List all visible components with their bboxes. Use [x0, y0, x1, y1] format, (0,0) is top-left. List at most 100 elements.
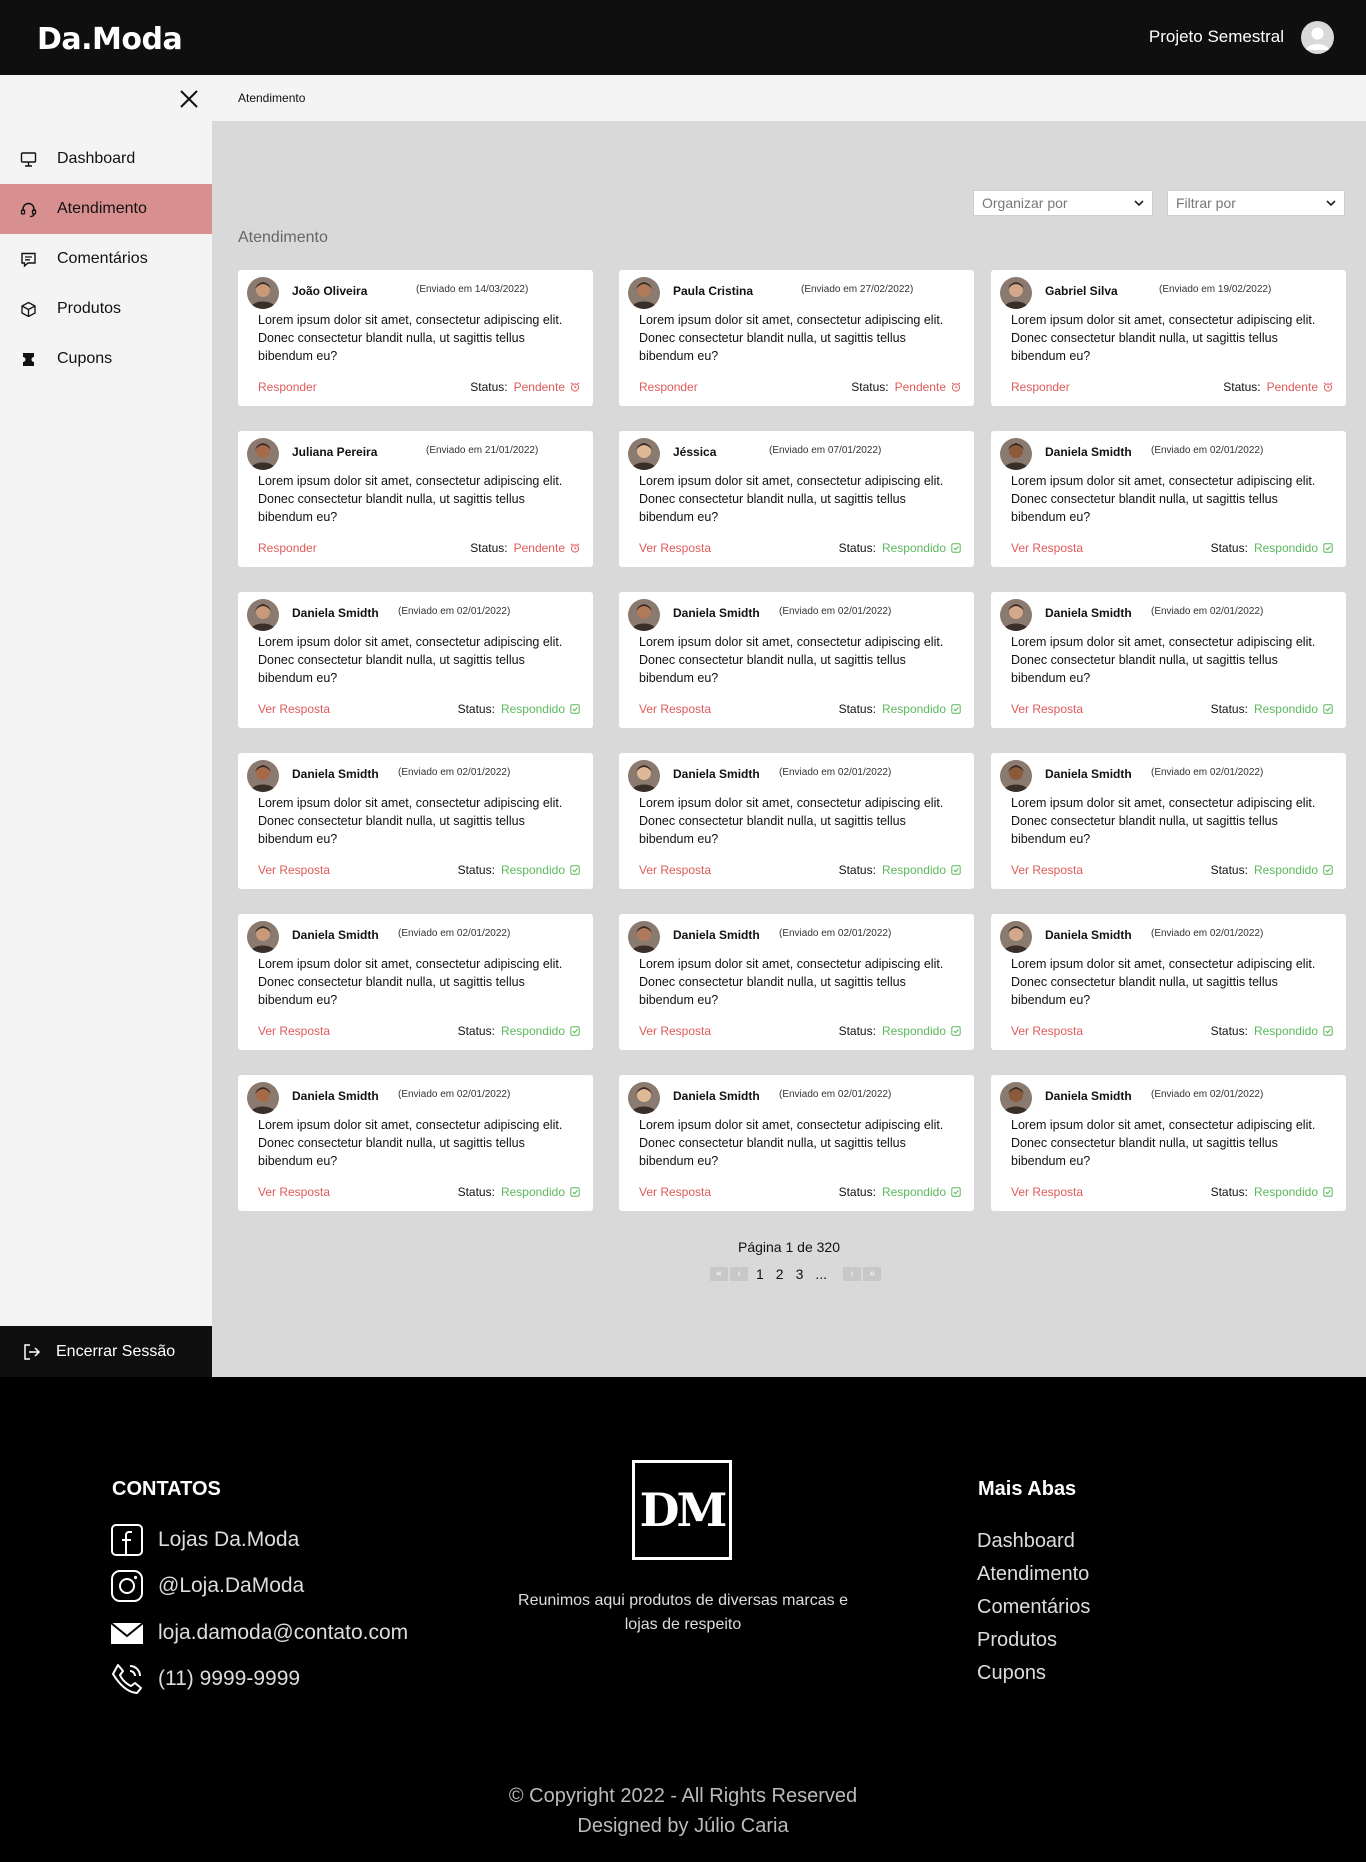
next-page-button[interactable]: ›: [843, 1267, 862, 1281]
sent-date: (Enviado em 02/01/2022): [779, 928, 892, 939]
first-page-button[interactable]: «: [710, 1267, 728, 1281]
sidebar-item-dashboard[interactable]: Dashboard: [0, 134, 212, 184]
sidebar-item-produtos[interactable]: Produtos: [0, 284, 212, 334]
sidebar-item-comentarios[interactable]: Comentários: [0, 234, 212, 284]
status-label: Status:: [1210, 1024, 1248, 1038]
filter-select-label: Filtrar por: [1176, 195, 1236, 211]
customer-name: Juliana Pereira: [292, 445, 378, 459]
footer-link-dashboard[interactable]: Dashboard: [977, 1525, 1090, 1558]
ticket-card: Daniela Smidth (Enviado em 02/01/2022) Lor…: [991, 914, 1346, 1050]
customer-name: Daniela Smidth: [292, 606, 379, 620]
last-page-button[interactable]: »: [863, 1267, 882, 1281]
view-reply-link[interactable]: Ver Resposta: [639, 1185, 711, 1199]
contact-phone[interactable]: (11) 9999-9999: [110, 1662, 300, 1696]
status-label: Status:: [1223, 380, 1261, 394]
close-icon[interactable]: [178, 88, 200, 110]
status-badge: Status: Respondido: [839, 1024, 961, 1038]
ticket-message: Lorem ipsum dolor sit amet, consectetur …: [1011, 1118, 1316, 1168]
status-value: Pendente: [513, 380, 565, 394]
view-reply-link[interactable]: Ver Resposta: [1011, 1185, 1083, 1199]
person-photo-icon: [247, 277, 279, 309]
filter-select[interactable]: Filtrar por: [1167, 190, 1345, 216]
view-reply-link[interactable]: Ver Resposta: [258, 1185, 330, 1199]
sent-date: (Enviado em 02/01/2022): [398, 928, 511, 939]
footer-link-comentarios[interactable]: Comentários: [977, 1591, 1090, 1624]
ticket-message: Lorem ipsum dolor sit amet, consectetur …: [639, 474, 944, 524]
person-photo-icon: [628, 599, 660, 631]
view-reply-link[interactable]: Ver Resposta: [1011, 541, 1083, 555]
person-photo-icon: [1000, 277, 1032, 309]
logout-button[interactable]: Encerrar Sessão: [0, 1326, 212, 1377]
view-reply-link[interactable]: Ver Resposta: [639, 1024, 711, 1038]
status-badge: Status: Respondido: [458, 1024, 580, 1038]
view-reply-link[interactable]: Ver Resposta: [1011, 1024, 1083, 1038]
reply-link[interactable]: Responder: [1011, 380, 1070, 394]
brand-logo[interactable]: Da.Moda: [37, 22, 183, 57]
person-photo-icon: [1000, 438, 1032, 470]
page-number[interactable]: 1: [756, 1266, 764, 1282]
ticket-message: Lorem ipsum dolor sit amet, consectetur …: [258, 313, 563, 363]
status-label: Status:: [1210, 541, 1248, 555]
contact-email[interactable]: loja.damoda@contato.com: [110, 1616, 408, 1650]
ticket-card: Daniela Smidth (Enviado em 02/01/2022) Lor…: [991, 592, 1346, 728]
view-reply-link[interactable]: Ver Resposta: [639, 702, 711, 716]
view-reply-link[interactable]: Ver Resposta: [258, 863, 330, 877]
status-label: Status:: [838, 702, 876, 716]
view-reply-link[interactable]: Ver Resposta: [1011, 863, 1083, 877]
footer-tagline: Reunimos aqui produtos de diversas marca…: [518, 1592, 848, 1633]
status-value: Respondido: [881, 1185, 946, 1199]
ticket-message: Lorem ipsum dolor sit amet, consectetur …: [258, 474, 563, 524]
status-badge: Status: Respondido: [1211, 1185, 1333, 1199]
status-badge: Status: Respondido: [1211, 541, 1333, 555]
headset-icon: [20, 202, 37, 217]
contact-text: loja.damoda@contato.com: [158, 1621, 409, 1644]
contact-text: (11) 9999-9999: [158, 1667, 301, 1690]
page-number[interactable]: 3: [796, 1266, 804, 1282]
view-reply-link[interactable]: Ver Resposta: [639, 863, 711, 877]
check-box-icon: [951, 1026, 961, 1036]
contact-instagram[interactable]: @Loja.DaModa: [110, 1569, 304, 1603]
view-reply-link[interactable]: Ver Resposta: [1011, 702, 1083, 716]
ticket-message: Lorem ipsum dolor sit amet, consectetur …: [1011, 474, 1316, 524]
reply-link[interactable]: Responder: [258, 541, 317, 555]
view-reply-link[interactable]: Ver Resposta: [639, 541, 711, 555]
ticket-message: Lorem ipsum dolor sit amet, consectetur …: [639, 313, 944, 363]
footer-link-cupons[interactable]: Cupons: [977, 1657, 1090, 1690]
alarm-icon: [570, 382, 580, 392]
sort-select[interactable]: Organizar por: [973, 190, 1153, 216]
customer-name: Paula Cristina: [673, 284, 754, 298]
prev-page-button[interactable]: ‹: [730, 1267, 748, 1281]
view-reply-link[interactable]: Ver Resposta: [258, 702, 330, 716]
contact-facebook[interactable]: Lojas Da.Moda: [110, 1523, 299, 1557]
reply-link[interactable]: Responder: [639, 380, 698, 394]
customer-avatar: [247, 1082, 279, 1114]
customer-avatar: [1000, 277, 1032, 309]
page-ellipsis: ...: [815, 1266, 828, 1282]
footer-link-produtos[interactable]: Produtos: [977, 1624, 1090, 1657]
check-box-icon: [1323, 865, 1333, 875]
view-reply-link[interactable]: Ver Resposta: [258, 1024, 330, 1038]
sidebar-item-atendimento[interactable]: Atendimento: [0, 184, 212, 234]
status-value: Respondido: [881, 863, 946, 877]
footer-link-atendimento[interactable]: Atendimento: [977, 1558, 1090, 1591]
alarm-icon: [1323, 382, 1333, 392]
contacts-title: CONTATOS: [112, 1478, 221, 1500]
user-avatar[interactable]: [1301, 21, 1334, 54]
customer-avatar: [628, 438, 660, 470]
ticket-message: Lorem ipsum dolor sit amet, consectetur …: [639, 1118, 944, 1168]
status-value: Respondido: [1253, 863, 1318, 877]
status-label: Status:: [457, 863, 495, 877]
sidebar-item-cupons[interactable]: Cupons: [0, 334, 212, 384]
breadcrumb-item[interactable]: Atendimento: [238, 91, 305, 105]
page-number[interactable]: 2: [776, 1266, 784, 1282]
status-badge: Status: Respondido: [839, 541, 961, 555]
status-badge: Status: Respondido: [839, 1185, 961, 1199]
sent-date: (Enviado em 02/01/2022): [1151, 928, 1264, 939]
footer: CONTATOS Lojas Da.Moda @Loja.DaModa loja…: [0, 1377, 1366, 1862]
customer-avatar: [1000, 760, 1032, 792]
status-value: Respondido: [1253, 1024, 1318, 1038]
mail-icon: [110, 1622, 144, 1644]
customer-avatar: [628, 277, 660, 309]
reply-link[interactable]: Responder: [258, 380, 317, 394]
status-label: Status:: [838, 1024, 876, 1038]
